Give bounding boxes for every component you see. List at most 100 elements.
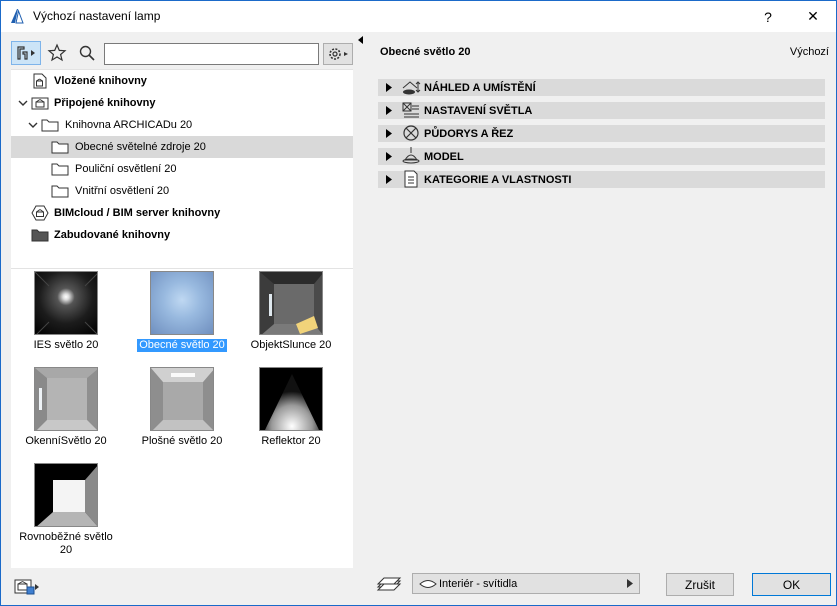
- built-in-folder-icon: [31, 229, 49, 242]
- tree-item-label: Zabudované knihovny: [54, 229, 171, 241]
- dialog-window: Výchozí nastavení lamp ? ✕ Vložené kniho…: [0, 0, 837, 606]
- library-view-button[interactable]: [11, 41, 41, 65]
- general-light-thumbnail: [150, 271, 214, 335]
- layer-icon: [376, 577, 402, 591]
- library-browser: Vložené knihovny Připojené knihovny Knih…: [11, 36, 353, 596]
- tree-item-label: Pouliční osvětlení 20: [75, 163, 177, 175]
- library-settings-button[interactable]: [323, 43, 353, 65]
- layer-select[interactable]: Interiér - svítidla: [412, 573, 640, 594]
- tree-item-label: BIMcloud / BIM server knihovny: [54, 207, 221, 219]
- archicad-logo-icon: [11, 9, 24, 24]
- tree-item-linked-libraries[interactable]: Připojené knihovny: [11, 92, 353, 114]
- star-icon: [47, 43, 67, 62]
- object-tile[interactable]: Rovnoběžné světlo 20: [16, 463, 116, 557]
- library-toolbar: [11, 38, 353, 66]
- help-button[interactable]: ?: [745, 1, 791, 32]
- object-label: Reflektor 20: [261, 435, 321, 447]
- lamp-model-icon: [402, 147, 420, 164]
- library-manager-icon[interactable]: [13, 576, 41, 596]
- close-button[interactable]: ✕: [790, 1, 836, 32]
- layer-value: Interiér - svítidla: [439, 577, 518, 590]
- object-label: ObjektSlunce 20: [250, 339, 332, 351]
- cancel-button[interactable]: Zrušit: [666, 573, 734, 596]
- chevron-right-icon: [386, 106, 392, 115]
- tree-item-label: Knihovna ARCHICADu 20: [65, 119, 193, 131]
- chevron-right-icon: [386, 83, 392, 92]
- chevron-right-icon: [386, 175, 392, 184]
- light-settings-icon: [402, 102, 419, 118]
- bimcloud-icon: [31, 205, 49, 221]
- panel-title: NÁHLED A UMÍSTĚNÍ: [424, 81, 536, 94]
- panel-title: MODEL: [424, 150, 464, 163]
- object-label: Obecné světlo 20: [137, 339, 227, 352]
- ok-button[interactable]: OK: [752, 573, 831, 596]
- parallel-light-thumbnail: [34, 463, 98, 527]
- tree-item-built-in-libraries[interactable]: Zabudované knihovny: [11, 224, 353, 246]
- eye-icon: [419, 580, 437, 588]
- default-label: Výchozí: [789, 46, 829, 58]
- tree-item-label: Vnitřní osvětlení 20: [75, 185, 170, 197]
- chevron-right-icon: [386, 129, 392, 138]
- folder-icon: [41, 119, 59, 132]
- object-tile[interactable]: Reflektor 20: [241, 367, 341, 448]
- ies-light-thumbnail: [34, 271, 98, 335]
- panel-model[interactable]: MODEL: [378, 147, 825, 165]
- tree-item-label: Vložené knihovny: [54, 75, 147, 87]
- object-name: Obecné světlo 20: [380, 46, 471, 58]
- folder-icon: [51, 141, 69, 154]
- categories-properties-icon: [404, 170, 418, 188]
- tree-item-interior-lighting[interactable]: Vnitřní osvětlení 20: [11, 180, 353, 202]
- folder-icon: [51, 163, 69, 176]
- floorplan-section-icon: [403, 125, 419, 141]
- tree-item-embedded-libraries[interactable]: Vložené knihovny: [11, 70, 353, 92]
- object-tile[interactable]: Plošné světlo 20: [132, 367, 232, 448]
- tree-item-street-lighting[interactable]: Pouliční osvětlení 20: [11, 158, 353, 180]
- tree-item-label: Obecné světelné zdroje 20: [75, 141, 206, 153]
- panel-title: KATEGORIE A VLASTNOSTI: [424, 173, 572, 186]
- tree-item-label: Připojené knihovny: [54, 97, 156, 109]
- object-label: Plošné světlo 20: [141, 435, 223, 447]
- library-tree-icon: [17, 46, 35, 60]
- panel-title: NASTAVENÍ SVĚTLA: [424, 104, 533, 117]
- window-title: Výchozí nastavení lamp: [33, 9, 161, 23]
- favorites-button[interactable]: [45, 41, 69, 65]
- search-button[interactable]: [75, 41, 99, 65]
- chevron-down-icon: [18, 100, 28, 106]
- dialog-footer: Interiér - svítidla Zrušit OK: [370, 568, 832, 601]
- area-light-thumbnail: [150, 367, 214, 431]
- linked-library-icon: [31, 97, 49, 110]
- collapse-left-icon[interactable]: [358, 36, 364, 44]
- object-tile[interactable]: Obecné světlo 20: [132, 271, 232, 352]
- panel-preview-position[interactable]: NÁHLED A UMÍSTĚNÍ: [378, 79, 825, 96]
- library-tree: Vložené knihovny Připojené knihovny Knih…: [11, 69, 353, 289]
- reflector-thumbnail: [259, 367, 323, 431]
- panel-floorplan-section[interactable]: PŮDORYS A ŘEZ: [378, 125, 825, 142]
- tree-item-general-lights[interactable]: Obecné světelné zdroje 20: [11, 136, 353, 158]
- panel-light-settings[interactable]: NASTAVENÍ SVĚTLA: [378, 102, 825, 119]
- search-icon: [79, 45, 95, 61]
- embedded-library-icon: [33, 73, 47, 89]
- folder-icon: [51, 185, 69, 198]
- object-label: OkenníSvětlo 20: [25, 435, 107, 447]
- object-tile[interactable]: IES světlo 20: [16, 271, 116, 352]
- gear-icon: [329, 48, 348, 60]
- chevron-right-icon: [627, 579, 633, 588]
- search-input[interactable]: [104, 43, 319, 65]
- title-bar: Výchozí nastavení lamp ? ✕: [1, 1, 836, 32]
- panel-categories-properties[interactable]: KATEGORIE A VLASTNOSTI: [378, 170, 825, 188]
- object-tile[interactable]: OkenníSvětlo 20: [16, 367, 116, 448]
- preview-position-icon: [402, 81, 421, 95]
- object-label: IES světlo 20: [33, 339, 99, 351]
- panel-title: PŮDORYS A ŘEZ: [424, 127, 514, 140]
- sun-object-thumbnail: [259, 271, 323, 335]
- chevron-down-icon: [28, 122, 38, 128]
- object-tile[interactable]: ObjektSlunce 20: [241, 271, 341, 352]
- chevron-right-icon: [386, 152, 392, 161]
- object-label: Rovnoběžné světlo 20: [19, 531, 113, 556]
- tree-item-bimcloud-libraries[interactable]: BIMcloud / BIM server knihovny: [11, 202, 353, 224]
- object-preview-grid: IES světlo 20 Obecné světlo 20 ObjektSlu…: [11, 268, 353, 568]
- settings-pane: Obecné světlo 20 Výchozí NÁHLED A UMÍSTĚ…: [370, 36, 832, 601]
- window-light-thumbnail: [34, 367, 98, 431]
- tree-item-archicad-library[interactable]: Knihovna ARCHICADu 20: [11, 114, 353, 136]
- pane-splitter[interactable]: [356, 32, 366, 606]
